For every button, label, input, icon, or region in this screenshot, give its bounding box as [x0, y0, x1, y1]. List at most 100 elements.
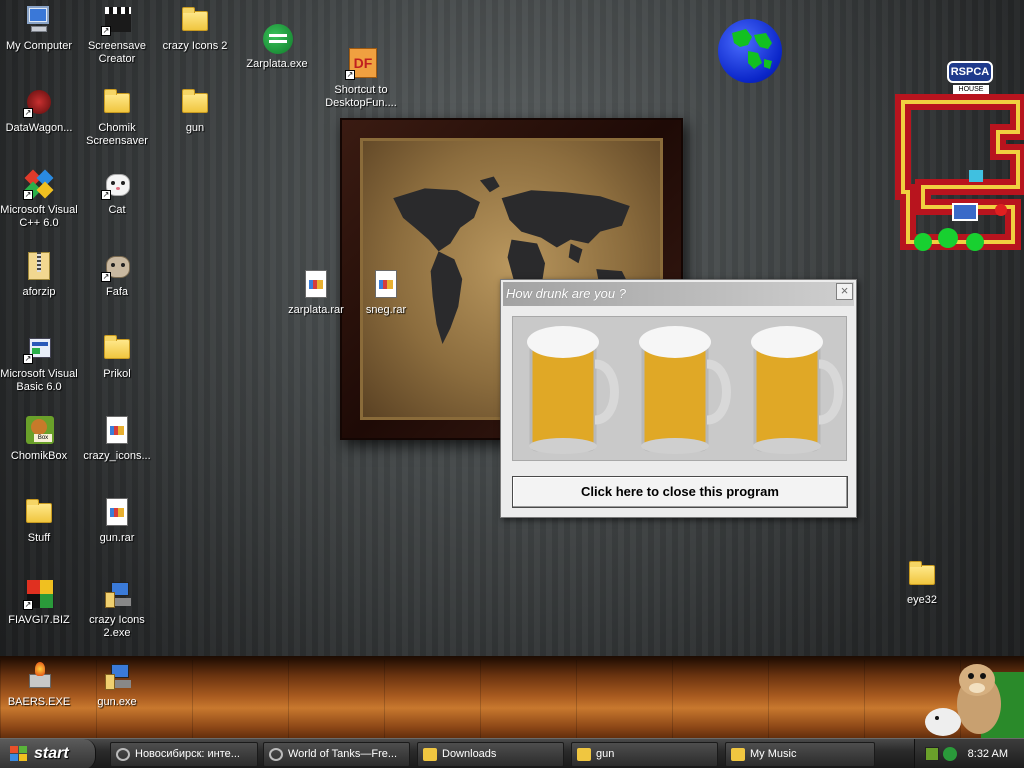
close-program-button[interactable]: Click here to close this program: [512, 476, 848, 508]
start-button[interactable]: start: [0, 739, 96, 768]
globe-landmass-icon: [732, 29, 772, 69]
browser-icon: [116, 748, 130, 761]
chomikbox-tray-icon[interactable]: [925, 747, 939, 761]
shortcut-arrow-icon: ↗: [101, 272, 111, 282]
desktop-icon-eye32[interactable]: eye32: [883, 558, 961, 607]
rar-archive-icon: [370, 268, 402, 300]
my-computer-icon: [23, 4, 55, 36]
document-icon: [101, 414, 133, 446]
folder-icon: [101, 86, 133, 118]
desktop-icon-label: Chomik Screensaver: [86, 122, 148, 147]
taskbar-item-my-music[interactable]: My Music: [725, 742, 875, 767]
datawagon-icon: ↗: [23, 86, 55, 118]
desktop-icon-label: crazy Icons 2: [162, 40, 228, 52]
installer-icon: [101, 578, 133, 610]
desktop-icon-chomik-screensaver[interactable]: Chomik Screensaver: [78, 86, 156, 148]
desktop-icon-prikol[interactable]: Prikol: [78, 332, 156, 381]
desktop-icon-cat[interactable]: ↗ Cat: [78, 168, 156, 217]
taskbar-item-downloads[interactable]: Downloads: [417, 742, 564, 767]
desktop-icon-fafa[interactable]: ↗ Fafa: [78, 250, 156, 299]
desktop-icon-label: crazy Icons 2.exe: [89, 614, 145, 639]
desktop-icon-screensave-creator[interactable]: ↗ Screensave Creator: [78, 4, 156, 66]
desktop-icon-aforzip[interactable]: aforzip: [0, 250, 78, 299]
desktop-icon-gun-rar[interactable]: gun.rar: [78, 496, 156, 545]
desktop-icon-sneg-rar[interactable]: sneg.rar: [347, 268, 425, 317]
desktop-icon-label: Zarplata.exe: [246, 58, 308, 70]
rspca-badge[interactable]: RSPCA: [947, 61, 993, 83]
desktop-icon-datawagon[interactable]: ↗ DataWagon...: [0, 86, 78, 135]
desktop-icon-crazy-icons-file[interactable]: crazy_icons...: [78, 414, 156, 463]
shortcut-arrow-icon: ↗: [23, 108, 33, 118]
baers-app-icon: [23, 660, 55, 692]
dialog-close-button[interactable]: ×: [836, 283, 853, 300]
music-folder-icon: [731, 748, 745, 761]
desktop-icon-label: Stuff: [27, 532, 51, 544]
taskbar: start Новосибирск: инте... World of Tank…: [0, 738, 1024, 768]
clock[interactable]: 8:32 AM: [968, 739, 1008, 768]
desktop-icon-label: Microsoft Visual C++ 6.0: [0, 204, 78, 229]
chomikbox-icon: Box: [23, 414, 55, 446]
rar-archive-icon: [101, 496, 133, 528]
desktop-icon-stuff[interactable]: Stuff: [0, 496, 78, 545]
taskbar-item-label: World of Tanks—Fre...: [288, 748, 398, 760]
colorful-app-icon: ↗: [23, 578, 55, 610]
visual-basic-icon: ↗: [23, 332, 55, 364]
taskbar-item-gun[interactable]: gun: [571, 742, 718, 767]
folder-icon: [179, 4, 211, 36]
taskbar-item-novosibirsk[interactable]: Новосибирск: инте...: [110, 742, 258, 767]
desktop-icon-label: aforzip: [22, 286, 56, 298]
folder-icon: [906, 558, 938, 590]
installer-icon: [101, 660, 133, 692]
desktop-icon-zarplata-exe[interactable]: Zarplata.exe: [238, 22, 316, 71]
visual-cpp-icon: ↗: [23, 168, 55, 200]
desktop-icon-zarplata-rar[interactable]: zarplata.rar: [277, 268, 355, 317]
taskbar-item-label: gun: [596, 748, 615, 760]
taskbar-item-label: Downloads: [442, 748, 497, 760]
desktop-icon-crazy-icons-exe[interactable]: crazy Icons 2.exe: [78, 578, 156, 640]
desktop-icon-label: gun.exe: [97, 696, 137, 708]
shortcut-arrow-icon: ↗: [23, 600, 33, 610]
desktop-icon-label: gun.rar: [99, 532, 135, 544]
system-tray: 8:32 AM: [914, 739, 1024, 768]
spinning-globe-widget[interactable]: [718, 19, 782, 83]
desktop-icon-visual-basic[interactable]: ↗ Microsoft Visual Basic 6.0: [0, 332, 78, 394]
desktop-icon-my-computer[interactable]: My Computer: [0, 4, 78, 53]
desktop-icon-label: Prikol: [103, 368, 131, 380]
windows-flag-icon: [10, 746, 28, 762]
desktop-icon-chomikbox[interactable]: Box ChomikBox: [0, 414, 78, 463]
browser-icon: [269, 748, 283, 761]
shortcut-arrow-icon: ↗: [23, 354, 33, 364]
folder-icon: [423, 748, 437, 761]
clapperboard-icon: ↗: [101, 4, 133, 36]
desktop-icon-fiavgi7[interactable]: ↗ FIAVGI7.BIZ: [0, 578, 78, 627]
start-label: start: [34, 745, 69, 762]
shortcut-arrow-icon: ↗: [101, 26, 111, 36]
zip-archive-icon: [23, 250, 55, 282]
tray-app-icon[interactable]: [943, 747, 957, 761]
taskbar-item-world-of-tanks[interactable]: World of Tanks—Fre...: [263, 742, 410, 767]
beer-mug-icon: [639, 326, 731, 454]
beer-mugs-panel: [512, 316, 847, 461]
desktop-icon-label: DataWagon...: [5, 122, 73, 134]
rar-archive-icon: [300, 268, 332, 300]
desktop-icon-label: Fafa: [105, 286, 128, 298]
hamster-house-widget[interactable]: [893, 92, 1024, 262]
taskbar-item-label: My Music: [750, 748, 797, 760]
desktop-icon-crazy-icons-2[interactable]: crazy Icons 2: [156, 4, 234, 53]
cat-icon: ↗: [101, 168, 133, 200]
shortcut-arrow-icon: ↗: [23, 190, 33, 200]
desktop-icon-desktopfun-shortcut[interactable]: DF ↗ Shortcut to DesktopFun....: [322, 48, 400, 110]
sberbank-logo-icon: [261, 22, 293, 54]
shortcut-arrow-icon: ↗: [101, 190, 111, 200]
desktop-icon-visual-cpp[interactable]: ↗ Microsoft Visual C++ 6.0: [0, 168, 78, 230]
desktop-icon-gun-folder[interactable]: gun: [156, 86, 234, 135]
beer-mug-icon: [527, 326, 619, 454]
dialog-title: How drunk are you ?: [503, 282, 854, 306]
desktop-icon-label: Cat: [108, 204, 126, 216]
desktop-icon-baers[interactable]: BAERS.EXE: [0, 660, 78, 709]
desktop-icon-label: eye32: [907, 594, 937, 606]
desktop-icon-label: FIAVGI7.BIZ: [8, 614, 70, 626]
desktop-icon-label: crazy_icons...: [83, 450, 151, 462]
desktop-icon-gun-exe[interactable]: gun.exe: [78, 660, 156, 709]
cat-face-icon: ↗: [101, 250, 133, 282]
